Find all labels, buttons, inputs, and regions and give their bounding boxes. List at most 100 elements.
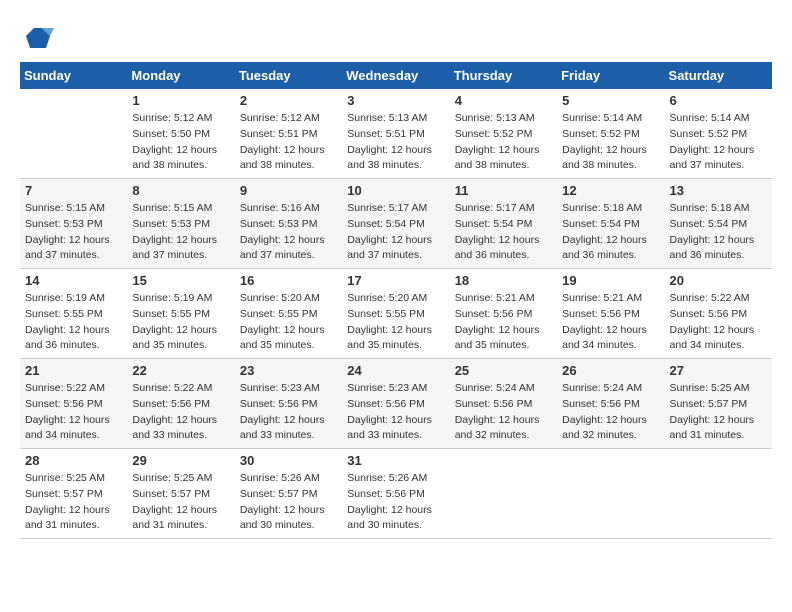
header-wednesday: Wednesday — [342, 62, 449, 89]
header-row: SundayMondayTuesdayWednesdayThursdayFrid… — [20, 62, 772, 89]
header-saturday: Saturday — [665, 62, 772, 89]
day-number: 11 — [455, 183, 552, 198]
day-info: Sunrise: 5:14 AM Sunset: 5:52 PM Dayligh… — [670, 111, 767, 174]
day-cell: 16 Sunrise: 5:20 AM Sunset: 5:55 PM Dayli… — [235, 269, 342, 359]
day-cell: 18 Sunrise: 5:21 AM Sunset: 5:56 PM Dayli… — [450, 269, 557, 359]
day-number: 19 — [562, 273, 659, 288]
day-info: Sunrise: 5:13 AM Sunset: 5:52 PM Dayligh… — [455, 111, 552, 174]
day-number: 31 — [347, 453, 444, 468]
day-number: 20 — [670, 273, 767, 288]
day-cell: 25Sunrise: 5:24 AM Sunset: 5:56 PM Dayli… — [450, 359, 557, 449]
day-cell: 22Sunrise: 5:22 AM Sunset: 5:56 PM Dayli… — [127, 359, 234, 449]
logo-icon — [22, 20, 54, 52]
day-number: 30 — [240, 453, 337, 468]
day-info: Sunrise: 5:19 AM Sunset: 5:55 PM Dayligh… — [25, 291, 122, 354]
day-info: Sunrise: 5:18 AM Sunset: 5:54 PM Dayligh… — [670, 201, 767, 264]
week-row-3: 14 Sunrise: 5:19 AM Sunset: 5:55 PM Dayli… — [20, 269, 772, 359]
day-cell: 15Sunrise: 5:19 AM Sunset: 5:55 PM Dayli… — [127, 269, 234, 359]
day-cell: 21 Sunrise: 5:22 AM Sunset: 5:56 PM Dayli… — [20, 359, 127, 449]
week-row-4: 21 Sunrise: 5:22 AM Sunset: 5:56 PM Dayli… — [20, 359, 772, 449]
day-info: Sunrise: 5:15 AM Sunset: 5:53 PM Dayligh… — [25, 201, 122, 264]
day-info: Sunrise: 5:21 AM Sunset: 5:56 PM Dayligh… — [455, 291, 552, 354]
day-info: Sunrise: 5:22 AM Sunset: 5:56 PM Dayligh… — [670, 291, 767, 354]
week-row-2: 7 Sunrise: 5:15 AM Sunset: 5:53 PM Daylig… — [20, 179, 772, 269]
day-info: Sunrise: 5:26 AM Sunset: 5:57 PM Dayligh… — [240, 471, 337, 534]
day-cell — [20, 89, 127, 179]
day-number: 5 — [562, 93, 659, 108]
day-info: Sunrise: 5:25 AM Sunset: 5:57 PM Dayligh… — [132, 471, 229, 534]
day-cell: 2 Sunrise: 5:12 AM Sunset: 5:51 PM Daylig… — [235, 89, 342, 179]
day-number: 29 — [132, 453, 229, 468]
day-cell: 12 Sunrise: 5:18 AM Sunset: 5:54 PM Dayli… — [557, 179, 664, 269]
day-cell: 17 Sunrise: 5:20 AM Sunset: 5:55 PM Dayli… — [342, 269, 449, 359]
day-info: Sunrise: 5:25 AM Sunset: 5:57 PM Dayligh… — [670, 381, 767, 444]
week-row-1: 1 Sunrise: 5:12 AM Sunset: 5:50 PM Daylig… — [20, 89, 772, 179]
page-header — [20, 20, 772, 52]
day-number: 1 — [132, 93, 229, 108]
day-number: 9 — [240, 183, 337, 198]
calendar-table: SundayMondayTuesdayWednesdayThursdayFrid… — [20, 62, 772, 539]
day-number: 18 — [455, 273, 552, 288]
day-cell: 10Sunrise: 5:17 AM Sunset: 5:54 PM Dayli… — [342, 179, 449, 269]
day-number: 8 — [132, 183, 229, 198]
day-number: 15 — [132, 273, 229, 288]
day-info: Sunrise: 5:14 AM Sunset: 5:52 PM Dayligh… — [562, 111, 659, 174]
day-info: Sunrise: 5:24 AM Sunset: 5:56 PM Dayligh… — [562, 381, 659, 444]
logo — [20, 20, 54, 52]
day-info: Sunrise: 5:13 AM Sunset: 5:51 PM Dayligh… — [347, 111, 444, 174]
day-info: Sunrise: 5:23 AM Sunset: 5:56 PM Dayligh… — [240, 381, 337, 444]
day-info: Sunrise: 5:18 AM Sunset: 5:54 PM Dayligh… — [562, 201, 659, 264]
day-number: 23 — [240, 363, 337, 378]
day-number: 4 — [455, 93, 552, 108]
day-number: 25 — [455, 363, 552, 378]
day-cell: 13 Sunrise: 5:18 AM Sunset: 5:54 PM Dayli… — [665, 179, 772, 269]
day-cell: 5 Sunrise: 5:14 AM Sunset: 5:52 PM Daylig… — [557, 89, 664, 179]
day-info: Sunrise: 5:16 AM Sunset: 5:53 PM Dayligh… — [240, 201, 337, 264]
day-number: 27 — [670, 363, 767, 378]
day-info: Sunrise: 5:26 AM Sunset: 5:56 PM Dayligh… — [347, 471, 444, 534]
day-cell — [665, 449, 772, 539]
day-cell: 14 Sunrise: 5:19 AM Sunset: 5:55 PM Dayli… — [20, 269, 127, 359]
day-number: 3 — [347, 93, 444, 108]
day-cell — [557, 449, 664, 539]
day-info: Sunrise: 5:23 AM Sunset: 5:56 PM Dayligh… — [347, 381, 444, 444]
day-number: 12 — [562, 183, 659, 198]
day-cell: 19 Sunrise: 5:21 AM Sunset: 5:56 PM Dayli… — [557, 269, 664, 359]
day-number: 16 — [240, 273, 337, 288]
day-number: 26 — [562, 363, 659, 378]
day-info: Sunrise: 5:25 AM Sunset: 5:57 PM Dayligh… — [25, 471, 122, 534]
day-cell: 23 Sunrise: 5:23 AM Sunset: 5:56 PM Dayli… — [235, 359, 342, 449]
day-number: 2 — [240, 93, 337, 108]
header-thursday: Thursday — [450, 62, 557, 89]
day-cell: 26 Sunrise: 5:24 AM Sunset: 5:56 PM Dayli… — [557, 359, 664, 449]
day-cell: 8Sunrise: 5:15 AM Sunset: 5:53 PM Daylig… — [127, 179, 234, 269]
day-number: 22 — [132, 363, 229, 378]
day-info: Sunrise: 5:17 AM Sunset: 5:54 PM Dayligh… — [455, 201, 552, 264]
day-number: 28 — [25, 453, 122, 468]
day-number: 13 — [670, 183, 767, 198]
day-cell: 29 Sunrise: 5:25 AM Sunset: 5:57 PM Dayli… — [127, 449, 234, 539]
day-number: 24 — [347, 363, 444, 378]
day-cell — [450, 449, 557, 539]
day-cell: 4 Sunrise: 5:13 AM Sunset: 5:52 PM Daylig… — [450, 89, 557, 179]
day-info: Sunrise: 5:20 AM Sunset: 5:55 PM Dayligh… — [347, 291, 444, 354]
day-info: Sunrise: 5:22 AM Sunset: 5:56 PM Dayligh… — [25, 381, 122, 444]
header-monday: Monday — [127, 62, 234, 89]
day-info: Sunrise: 5:12 AM Sunset: 5:50 PM Dayligh… — [132, 111, 229, 174]
day-info: Sunrise: 5:17 AM Sunset: 5:54 PM Dayligh… — [347, 201, 444, 264]
header-tuesday: Tuesday — [235, 62, 342, 89]
day-number: 21 — [25, 363, 122, 378]
week-row-5: 28 Sunrise: 5:25 AM Sunset: 5:57 PM Dayli… — [20, 449, 772, 539]
day-cell: 9 Sunrise: 5:16 AM Sunset: 5:53 PM Daylig… — [235, 179, 342, 269]
day-number: 6 — [670, 93, 767, 108]
day-number: 7 — [25, 183, 122, 198]
day-info: Sunrise: 5:20 AM Sunset: 5:55 PM Dayligh… — [240, 291, 337, 354]
day-cell: 11 Sunrise: 5:17 AM Sunset: 5:54 PM Dayli… — [450, 179, 557, 269]
day-info: Sunrise: 5:12 AM Sunset: 5:51 PM Dayligh… — [240, 111, 337, 174]
day-cell: 24 Sunrise: 5:23 AM Sunset: 5:56 PM Dayli… — [342, 359, 449, 449]
day-info: Sunrise: 5:21 AM Sunset: 5:56 PM Dayligh… — [562, 291, 659, 354]
day-number: 14 — [25, 273, 122, 288]
day-cell: 31 Sunrise: 5:26 AM Sunset: 5:56 PM Dayli… — [342, 449, 449, 539]
day-cell: 30 Sunrise: 5:26 AM Sunset: 5:57 PM Dayli… — [235, 449, 342, 539]
day-number: 17 — [347, 273, 444, 288]
